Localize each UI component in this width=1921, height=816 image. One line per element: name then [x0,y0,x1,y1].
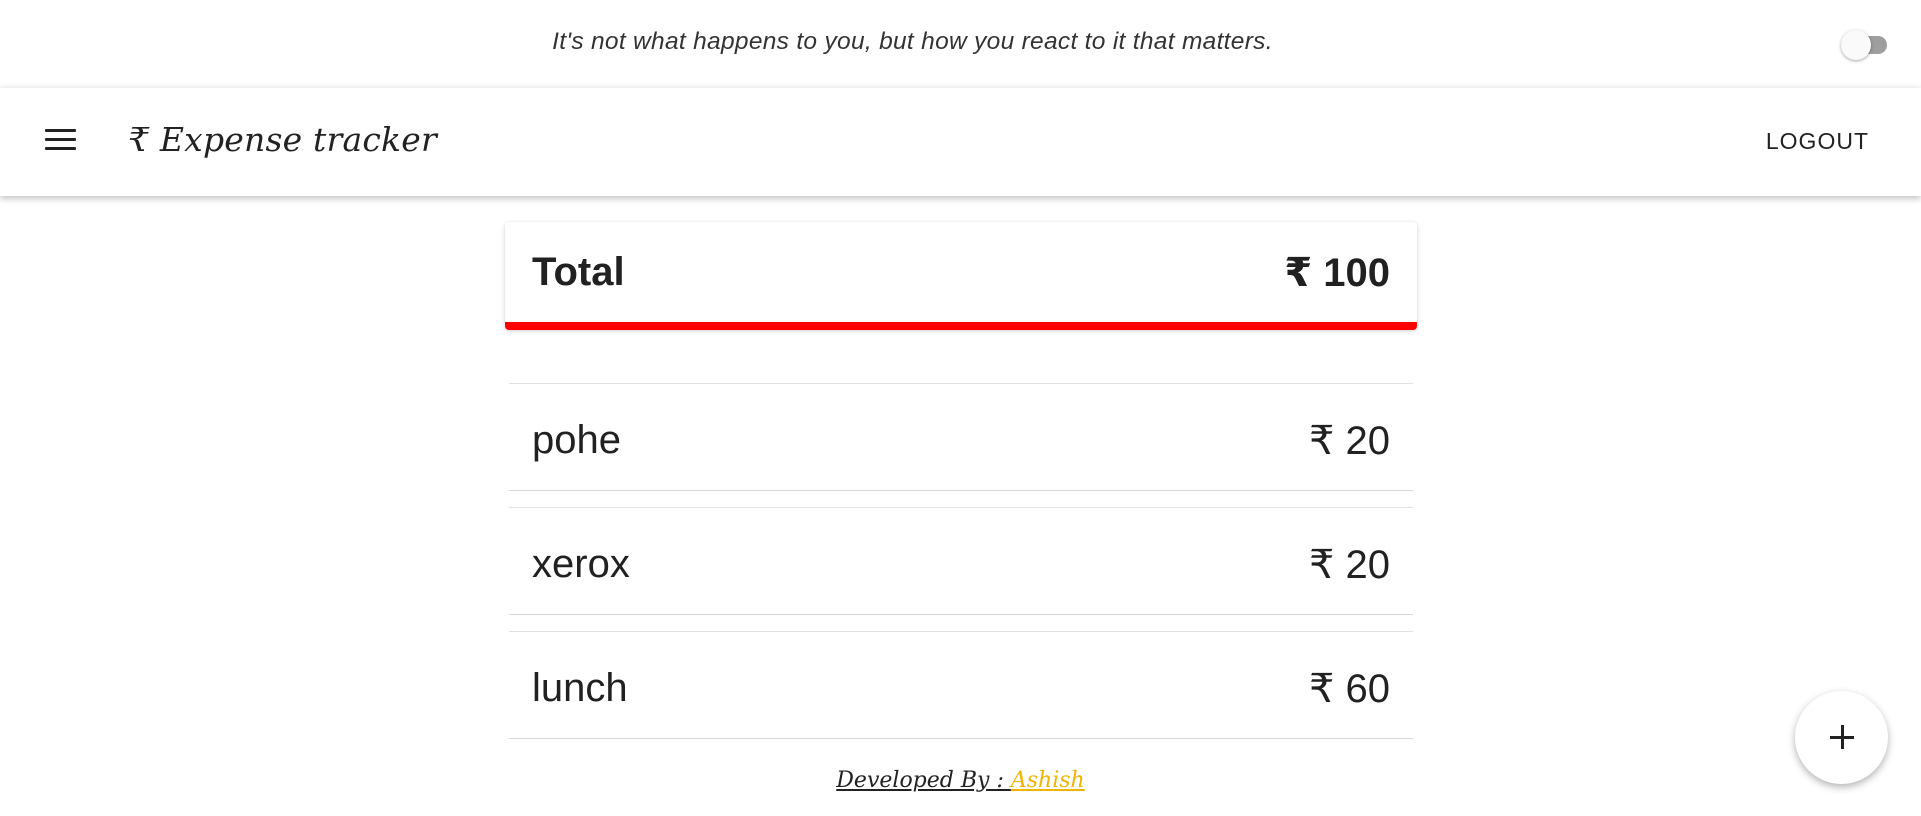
list-item[interactable]: xerox ₹ 20 [509,507,1413,615]
expense-list: pohe ₹ 20 xerox ₹ 20 lunch ₹ 60 [509,383,1413,755]
footer-prefix: Developed By : [836,768,1011,793]
total-label: Total [532,250,625,294]
app-title: ₹ Expense tracker [128,120,437,159]
expense-amount: ₹ 20 [1308,419,1390,463]
total-accent-bar [505,322,1417,330]
total-card: Total ₹ 100 [505,222,1417,330]
theme-toggle[interactable] [1841,30,1887,60]
total-amount: ₹ 100 [1284,251,1390,295]
quote-text: It's not what happens to you, but how yo… [552,28,1273,55]
list-item[interactable]: pohe ₹ 20 [509,383,1413,491]
list-item[interactable]: lunch ₹ 60 [509,631,1413,739]
app-bar: ₹ Expense tracker LOGOUT [0,88,1921,196]
expense-amount: ₹ 20 [1308,543,1390,587]
author-link[interactable]: Ashish [1011,768,1085,793]
quote-bar: It's not what happens to you, but how yo… [0,0,1921,88]
logout-button[interactable]: LOGOUT [1766,128,1869,155]
add-expense-button[interactable] [1795,691,1888,784]
expense-name: xerox [532,542,630,586]
expense-name: lunch [532,666,628,710]
expense-name: pohe [532,418,621,462]
footer-credit: Developed By : Ashish [0,768,1921,793]
menu-button[interactable] [38,118,82,162]
toggle-thumb [1841,30,1871,60]
expense-amount: ₹ 60 [1308,667,1390,711]
